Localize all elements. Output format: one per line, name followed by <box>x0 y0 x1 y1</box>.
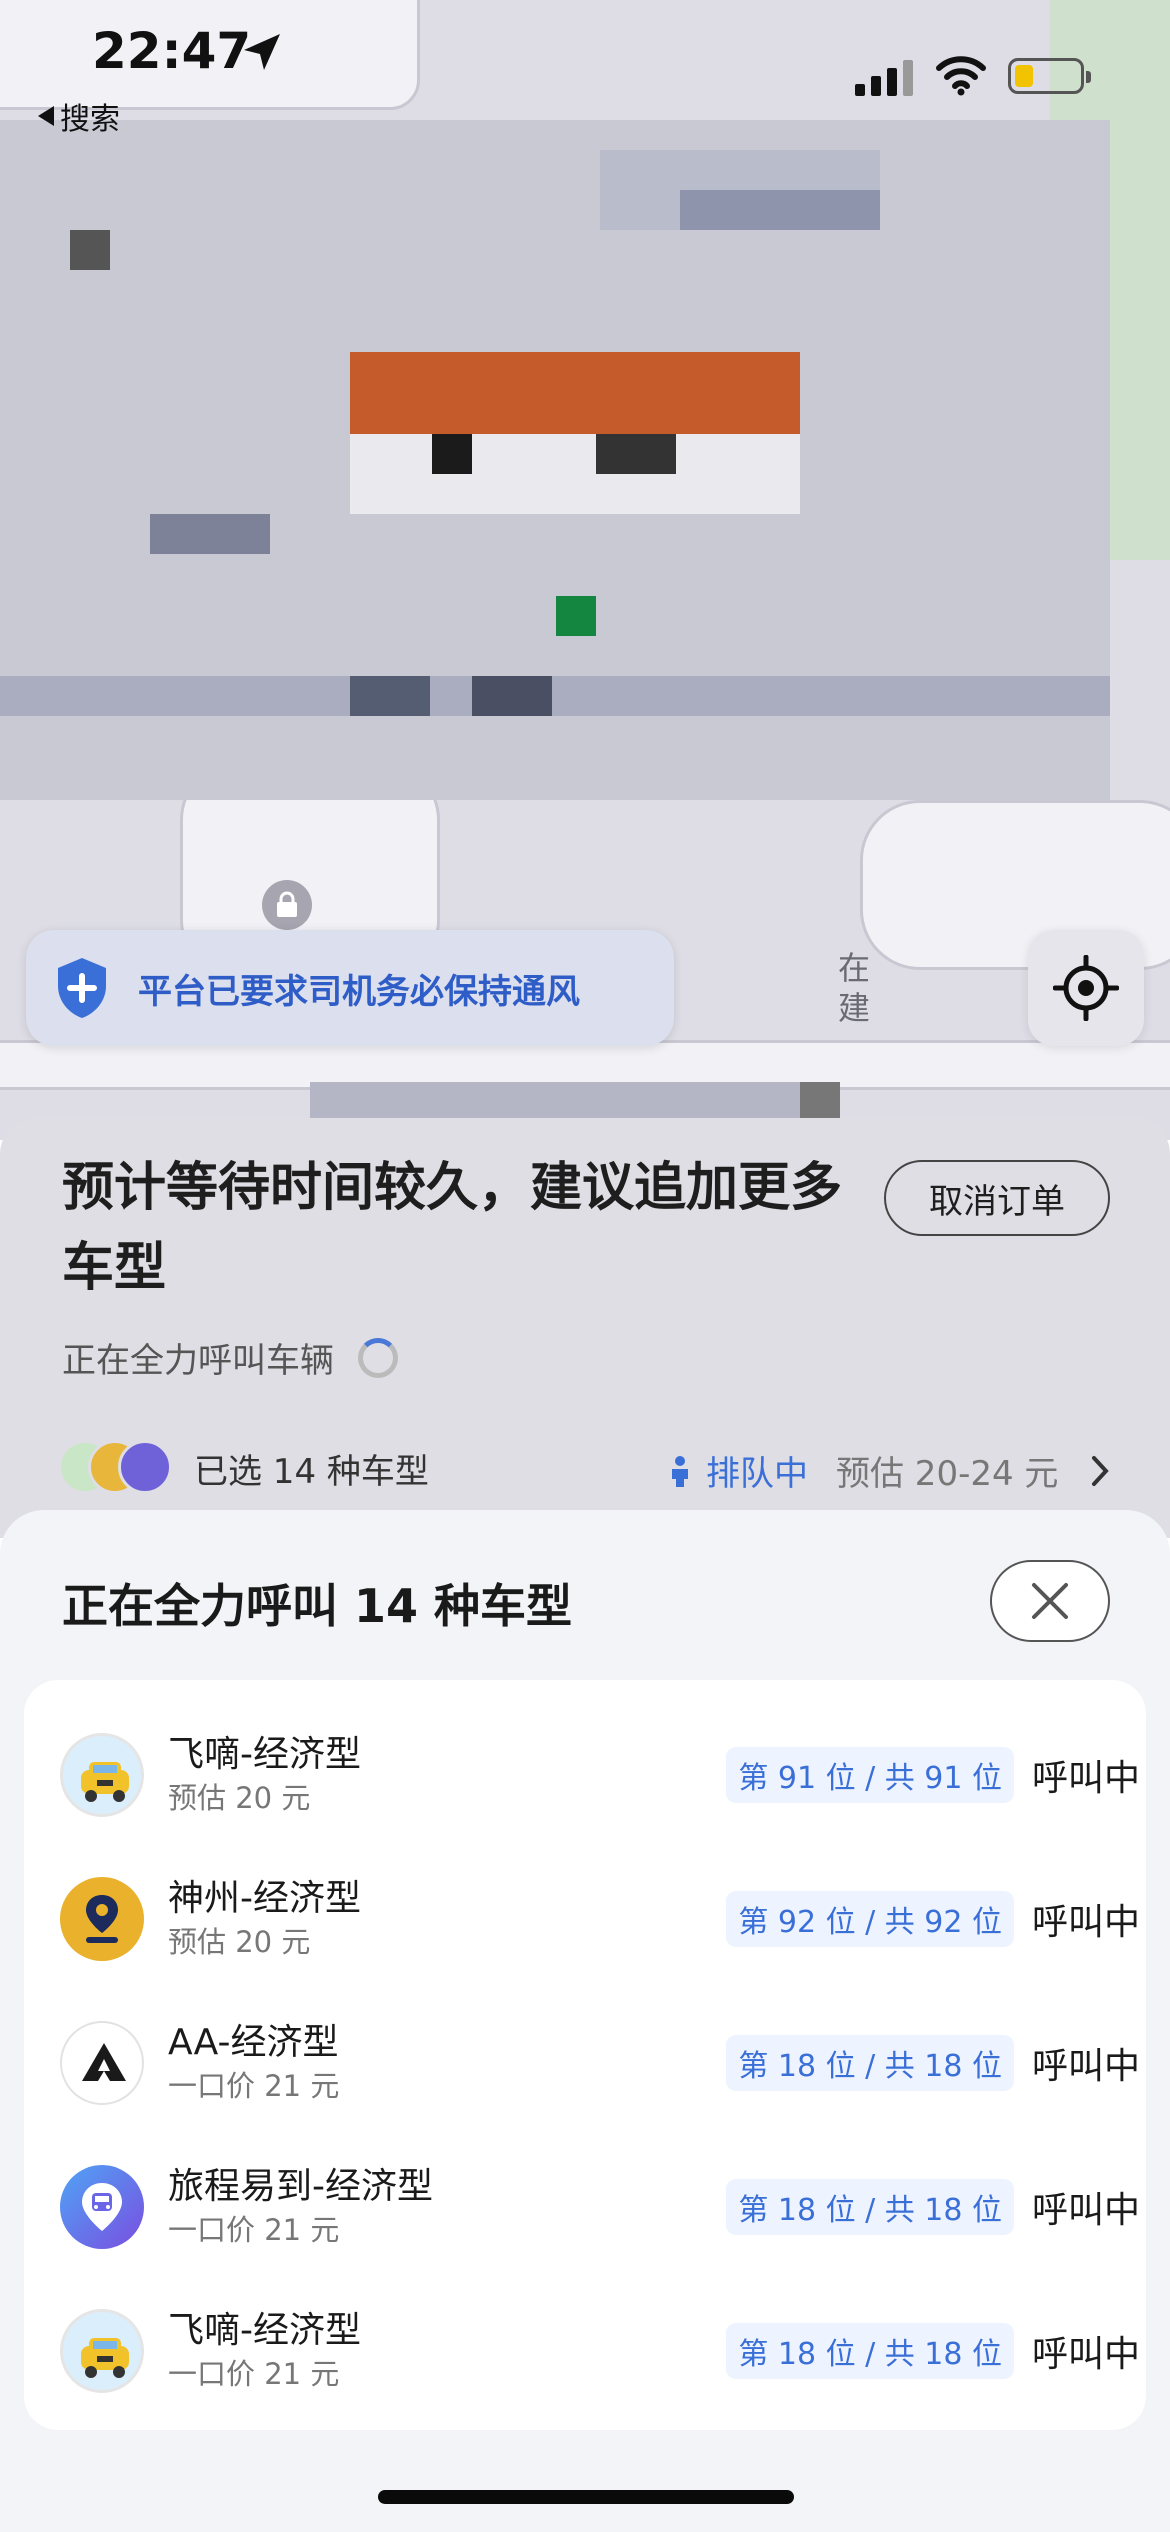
back-label: 搜索 <box>60 102 120 137</box>
list-item[interactable]: 神州-经济型 预估 20 元 第 92 位 / 共 92 位 呼叫中 <box>60 1864 1140 1974</box>
list-item[interactable]: AA-经济型 一口价 21 元 第 18 位 / 共 18 位 呼叫中 <box>60 2008 1140 2118</box>
map-blurred-region <box>432 434 472 474</box>
car-type-price: 一口价 21 元 <box>168 2213 340 2247</box>
queue-estimate-row[interactable]: 排队中 预估 20-24 元 <box>668 1446 1110 1495</box>
back-to-search-link[interactable]: 搜索 <box>38 94 120 138</box>
car-type-name: 飞嘀-经济型 <box>168 2310 361 2351</box>
map-blurred-region <box>680 190 880 230</box>
battery-level <box>1015 65 1033 87</box>
map-blurred-region <box>0 676 1110 716</box>
chevron-right-icon <box>1092 1455 1110 1486</box>
car-type-name: 飞嘀-经济型 <box>168 1734 361 1775</box>
lvcheng-logo-icon <box>60 2165 144 2249</box>
call-status: 呼叫中 <box>1031 1758 1140 1799</box>
map-blurred-region <box>472 676 552 716</box>
sheet-title: 正在全力呼叫 14 种车型 <box>62 1579 573 1633</box>
status-time: 22:47 <box>92 22 252 80</box>
close-icon <box>1032 1583 1068 1619</box>
map-blurred-region <box>310 1082 830 1118</box>
map-blurred-region <box>800 1082 840 1118</box>
shenzhou-logo-icon <box>60 1877 144 1961</box>
wifi-icon <box>936 56 986 96</box>
order-wait-title: 预计等待时间较久，建议追加更多车型 <box>62 1158 843 1298</box>
calling-text: 正在全力呼叫车辆 <box>62 1341 334 1381</box>
shield-icon <box>58 958 106 1018</box>
queue-rank-badge: 第 92 位 / 共 92 位 <box>726 1891 1014 1947</box>
calling-status: 正在全力呼叫车辆 <box>62 1333 398 1382</box>
car-type-price: 预估 20 元 <box>168 1781 311 1815</box>
queue-rank-badge: 第 18 位 / 共 18 位 <box>726 2179 1014 2235</box>
map-blurred-region <box>350 434 800 514</box>
map-lock-icon <box>262 880 312 930</box>
car-type-name: 神州-经济型 <box>168 1878 361 1919</box>
location-arrow-icon <box>244 34 280 70</box>
call-status: 呼叫中 <box>1031 1902 1140 1943</box>
cancel-order-button[interactable]: 取消订单 <box>884 1160 1110 1236</box>
taxi-logo-icon <box>60 2309 144 2393</box>
map-blurred-region <box>70 230 110 270</box>
map-blurred-region <box>556 596 596 636</box>
crosshair-icon <box>1053 955 1119 1021</box>
locate-me-button[interactable] <box>1028 930 1144 1046</box>
taxi-logo-icon <box>60 1733 144 1817</box>
car-type-price: 一口价 21 元 <box>168 2069 340 2103</box>
list-item[interactable]: 飞嘀-经济型 预估 20 元 第 91 位 / 共 91 位 呼叫中 <box>60 1720 1140 1830</box>
call-status: 呼叫中 <box>1031 2190 1140 2231</box>
ventilation-notice[interactable]: 平台已要求司机务必保持通风 <box>26 930 674 1046</box>
home-indicator[interactable] <box>378 2490 794 2504</box>
car-logo-icon <box>118 1440 172 1494</box>
aa-logo-icon <box>60 2021 144 2105</box>
queue-rank-badge: 第 91 位 / 共 91 位 <box>726 1747 1014 1803</box>
selected-count-text: 已选 14 种车型 <box>194 1451 429 1492</box>
map-blurred-region <box>596 434 676 474</box>
car-type-logos <box>58 1440 178 1496</box>
list-item[interactable]: 飞嘀-经济型 一口价 21 元 第 18 位 / 共 18 位 呼叫中 <box>60 2296 1140 2406</box>
map-blurred-region <box>150 514 270 554</box>
call-status: 呼叫中 <box>1031 2334 1140 2375</box>
status-bar: 22:47 搜索 <box>0 0 1170 140</box>
map-road-label: 在 建 <box>838 949 871 1027</box>
cellular-signal-icon <box>855 56 913 96</box>
fare-estimate: 预估 20-24 元 <box>836 1454 1059 1494</box>
car-type-price: 预估 20 元 <box>168 1925 311 1959</box>
loading-spinner-icon <box>358 1337 398 1378</box>
map-blurred-region <box>350 676 430 716</box>
car-type-name: 旅程易到-经济型 <box>168 2166 433 2207</box>
call-status: 呼叫中 <box>1031 2046 1140 2087</box>
car-type-list: 飞嘀-经济型 预估 20 元 第 91 位 / 共 91 位 呼叫中 神州-经济… <box>24 1680 1146 2430</box>
battery-nub <box>1086 71 1091 83</box>
map-blurred-region <box>350 352 800 434</box>
back-arrow-icon <box>38 106 54 126</box>
battery-icon <box>1008 58 1091 94</box>
close-sheet-button[interactable] <box>990 1560 1110 1642</box>
queue-status: 排队中 <box>706 1454 808 1494</box>
notice-text: 平台已要求司机务必保持通风 <box>138 971 580 1012</box>
list-item[interactable]: 旅程易到-经济型 一口价 21 元 第 18 位 / 共 18 位 呼叫中 <box>60 2152 1140 2262</box>
queue-rank-badge: 第 18 位 / 共 18 位 <box>726 2035 1014 2091</box>
car-type-name: AA-经济型 <box>168 2022 339 2063</box>
person-icon <box>672 1455 688 1487</box>
selected-car-types[interactable]: 已选 14 种车型 <box>58 1440 429 1496</box>
car-type-price: 一口价 21 元 <box>168 2357 340 2391</box>
queue-rank-badge: 第 18 位 / 共 18 位 <box>726 2323 1014 2379</box>
